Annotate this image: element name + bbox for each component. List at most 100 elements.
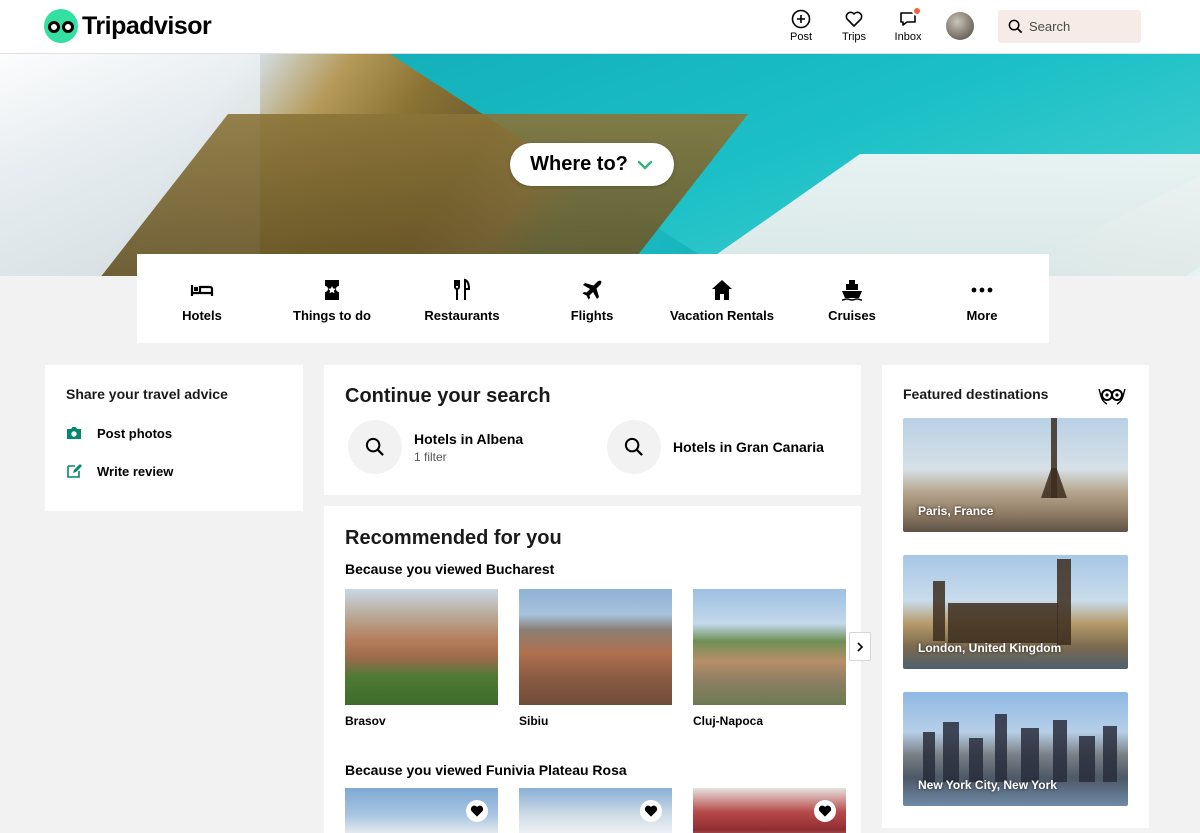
category-label: Flights bbox=[570, 308, 614, 323]
notification-badge bbox=[912, 6, 922, 16]
save-heart-button[interactable] bbox=[640, 800, 662, 822]
category-flights[interactable]: Flights bbox=[527, 254, 657, 343]
recent-search-item[interactable]: Hotels in Gran Canaria bbox=[607, 420, 824, 474]
category-things-to-do[interactable]: Things to do bbox=[267, 254, 397, 343]
share-title: Share your travel advice bbox=[66, 386, 228, 402]
bed-icon bbox=[190, 285, 214, 296]
continue-title: Continue your search bbox=[345, 385, 551, 407]
plus-circle-icon bbox=[791, 9, 811, 29]
user-avatar[interactable] bbox=[946, 12, 974, 40]
heart-icon bbox=[818, 805, 832, 817]
plane-icon bbox=[582, 280, 602, 300]
place-name: Brasov bbox=[345, 714, 386, 728]
search-icon-circle bbox=[607, 420, 661, 474]
search-icon bbox=[1008, 19, 1023, 34]
fork-knife-icon bbox=[454, 278, 471, 300]
category-label: Hotels bbox=[182, 308, 222, 323]
featured-title: Featured destinations bbox=[903, 386, 1049, 402]
place-photo bbox=[693, 788, 846, 833]
recommended-group-heading: Because you viewed Bucharest bbox=[345, 561, 555, 577]
where-to-label: Where to? bbox=[530, 153, 628, 175]
recommended-title: Recommended for you bbox=[345, 527, 562, 549]
search-box[interactable]: Search bbox=[998, 10, 1141, 43]
continue-search-card: Continue your search Hotels in Albena 1 … bbox=[324, 365, 861, 495]
place-name: Sibiu bbox=[519, 714, 549, 728]
search-icon-circle bbox=[348, 420, 402, 474]
recommended-item-brasov[interactable]: Brasov bbox=[345, 589, 498, 728]
camera-icon bbox=[67, 427, 81, 439]
recommended-carousel bbox=[345, 788, 846, 833]
category-label: Things to do bbox=[293, 308, 371, 323]
place-name: Cluj-Napoca bbox=[693, 714, 764, 728]
search-icon bbox=[624, 437, 643, 456]
hero-banner: Where to? bbox=[0, 54, 1200, 276]
place-photo bbox=[345, 589, 498, 705]
inbox-label: Inbox bbox=[894, 31, 922, 43]
inbox-button[interactable]: Inbox bbox=[888, 6, 928, 43]
category-vacation-rentals[interactable]: Vacation Rentals bbox=[657, 254, 787, 343]
category-label: Cruises bbox=[828, 308, 876, 323]
recommended-group-heading: Because you viewed Funivia Plateau Rosa bbox=[345, 762, 627, 778]
edit-icon bbox=[67, 464, 82, 478]
save-heart-button[interactable] bbox=[814, 800, 836, 822]
post-label: Post bbox=[789, 31, 812, 43]
post-button[interactable]: Post bbox=[781, 9, 821, 43]
recommended-item[interactable] bbox=[345, 788, 498, 833]
featured-destinations-card: Featured destinations Paris, France Lond… bbox=[882, 365, 1149, 828]
recommended-item-sibiu[interactable]: Sibiu bbox=[519, 589, 672, 728]
chevron-right-icon bbox=[857, 641, 864, 652]
share-travel-advice-card: Share your travel advice Post photos Wri… bbox=[45, 365, 303, 511]
heart-icon bbox=[470, 805, 484, 817]
recent-search-title: Hotels in Gran Canaria bbox=[673, 439, 824, 455]
travelers-choice-icon bbox=[1098, 388, 1126, 405]
category-hotels[interactable]: Hotels bbox=[137, 254, 267, 343]
recent-search-subtitle: 1 filter bbox=[414, 449, 447, 464]
recommended-item-cluj-napoca[interactable]: Cluj-Napoca bbox=[693, 589, 846, 728]
category-bar: Hotels Things to do Restaurants Flights … bbox=[137, 254, 1049, 343]
place-photo bbox=[519, 589, 672, 705]
trips-label: Trips bbox=[841, 31, 867, 43]
heart-icon bbox=[644, 805, 658, 817]
category-label: Restaurants bbox=[424, 308, 500, 323]
place-photo bbox=[345, 788, 498, 833]
recommended-item[interactable] bbox=[519, 788, 672, 833]
category-label: More bbox=[966, 308, 998, 323]
chevron-down-icon bbox=[637, 160, 653, 170]
category-label: Vacation Rentals bbox=[669, 308, 775, 323]
category-cruises[interactable]: Cruises bbox=[787, 254, 917, 343]
write-review-label: Write review bbox=[97, 463, 174, 479]
destination-name: Paris, France bbox=[918, 504, 994, 518]
trips-button[interactable]: Trips bbox=[834, 9, 874, 43]
recommended-item[interactable] bbox=[693, 788, 846, 833]
ship-icon bbox=[841, 280, 863, 301]
house-icon bbox=[712, 280, 732, 300]
search-icon bbox=[365, 437, 384, 456]
recommended-card: Recommended for you Because you viewed B… bbox=[324, 506, 861, 833]
destination-new-york[interactable]: New York City, New York bbox=[903, 692, 1128, 806]
write-review-link[interactable]: Write review bbox=[66, 463, 282, 479]
top-header: Tripadvisor Post Trips Inbox Search bbox=[0, 0, 1200, 54]
destination-london[interactable]: London, United Kingdom bbox=[903, 555, 1128, 669]
recent-search-title: Hotels in Albena bbox=[414, 430, 524, 447]
destination-paris[interactable]: Paris, France bbox=[903, 418, 1128, 532]
destination-name: New York City, New York bbox=[918, 778, 1057, 792]
more-dots-icon bbox=[971, 287, 993, 293]
where-to-button[interactable]: Where to? bbox=[510, 143, 674, 186]
category-more[interactable]: More bbox=[917, 254, 1047, 343]
heart-icon bbox=[845, 11, 863, 27]
ticket-icon bbox=[325, 280, 339, 300]
carousel-next-button[interactable] bbox=[849, 632, 871, 661]
destination-name: London, United Kingdom bbox=[918, 641, 1062, 655]
tripadvisor-logo[interactable]: Tripadvisor bbox=[44, 9, 212, 43]
owl-logo-icon bbox=[44, 9, 78, 43]
recommended-carousel: Brasov Sibiu Cluj-Napoca bbox=[345, 589, 846, 728]
post-photos-link[interactable]: Post photos bbox=[66, 425, 282, 441]
post-photos-label: Post photos bbox=[97, 425, 173, 441]
search-placeholder: Search bbox=[1029, 19, 1071, 34]
place-photo bbox=[693, 589, 846, 705]
brand-name: Tripadvisor bbox=[82, 11, 212, 40]
recent-search-item[interactable]: Hotels in Albena 1 filter bbox=[348, 420, 523, 474]
place-photo bbox=[519, 788, 672, 833]
category-restaurants[interactable]: Restaurants bbox=[397, 254, 527, 343]
save-heart-button[interactable] bbox=[466, 800, 488, 822]
